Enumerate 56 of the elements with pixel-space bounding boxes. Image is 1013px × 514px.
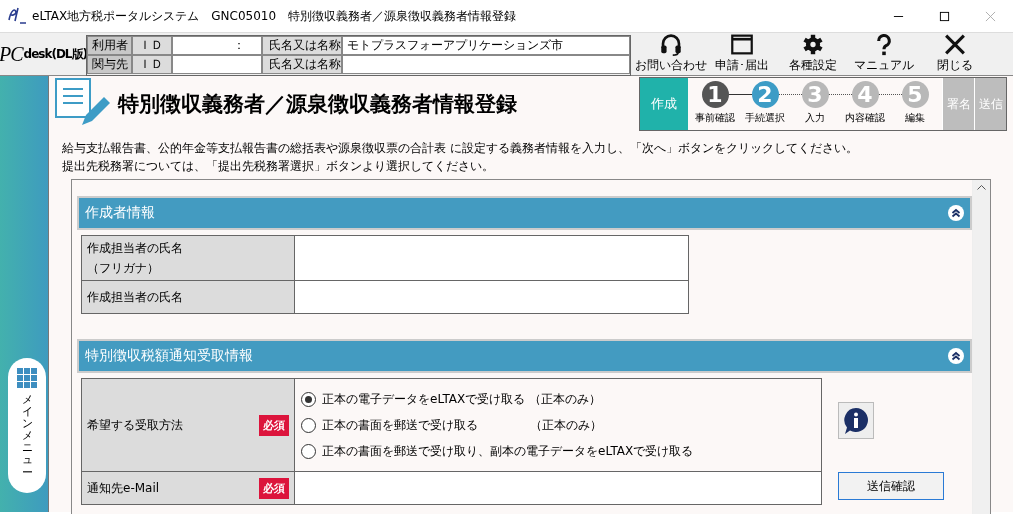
name-label: 氏名又は名称: [262, 55, 342, 74]
step-number: 1: [701, 81, 729, 108]
step-label: 入力: [805, 111, 825, 125]
field-label: 作成担当者の氏名: [87, 289, 183, 306]
option-label: 正本の書面を郵送で受け取る （正本のみ）: [322, 416, 602, 434]
user-label: 関与先: [87, 55, 132, 74]
scrollbar[interactable]: [972, 180, 990, 514]
page-title: 特別徴収義務者／源泉徴収義務者情報登録: [118, 90, 518, 118]
field-label: （フリガナ）: [87, 260, 160, 277]
toolbar-button[interactable]: 各種設定: [777, 33, 848, 75]
step-label: 事前確認: [695, 111, 735, 125]
toolbar-button[interactable]: お問い合わせ: [635, 33, 706, 75]
step-number: 3: [801, 81, 829, 108]
send-confirm-button[interactable]: 送信確認: [838, 472, 944, 500]
step-label: 編集: [905, 111, 925, 125]
field-label: 希望する受取方法: [87, 417, 183, 434]
section-title: 特別徴収税額通知受取情報: [85, 347, 253, 365]
id-label: ＩＤ: [132, 55, 172, 74]
step-badge: 送信: [974, 78, 1006, 130]
scroll-up-icon[interactable]: [977, 184, 986, 190]
radio-button[interactable]: [301, 417, 316, 433]
id-label: ＩＤ: [132, 36, 172, 55]
instruction-text: 提出先税務署については、「提出先税務署選択」ボタンより選択してください。: [62, 158, 495, 175]
window-title: eLTAX地方税ポータルシステム GNC05010 特別徴収義務者／源泉徴収義務者情報登録: [32, 7, 518, 25]
option-label: 正本の書面を郵送で受け取り、副本の電子データをeLTAXで受け取る: [322, 442, 694, 460]
step-label: 手続選択: [745, 111, 785, 125]
id-value: ：: [172, 36, 262, 55]
toolbar-button[interactable]: 閉じる: [919, 33, 990, 75]
name-value: モトプラスフォーアプリケーションズ市: [342, 36, 630, 55]
step-number: 2: [751, 81, 779, 108]
field-label: 作成担当者の氏名: [87, 240, 183, 257]
required-badge: 必須: [259, 477, 289, 499]
section-title: 作成者情報: [85, 204, 155, 222]
maximize-icon[interactable]: [938, 10, 950, 22]
collapse-icon[interactable]: [948, 205, 964, 221]
toolbar-button[interactable]: マニュアル: [848, 33, 919, 75]
toolbar-button[interactable]: 申請･届出: [706, 33, 777, 75]
required-badge: 必須: [259, 414, 289, 436]
radio-button[interactable]: [301, 443, 316, 459]
step-number: 4: [851, 81, 879, 108]
info-icon: [841, 405, 871, 436]
app-icon: [6, 6, 28, 26]
name-label: 氏名又は名称: [262, 36, 342, 55]
option-label: 正本の電子データをeLTAXで受け取る （正本のみ）: [322, 390, 602, 408]
collapse-icon[interactable]: [948, 348, 964, 364]
main-menu-button[interactable]: メインメニュー: [8, 358, 46, 493]
instruction-text: 給与支払報告書、公的年金等支払報告書の総括表や源泉徴収票の合計表 に設定する義務者情報を入力し、「次へ」ボタンをクリックしてください。: [62, 140, 859, 157]
step-label: 内容確認: [845, 111, 885, 125]
info-button[interactable]: [838, 402, 874, 439]
field-label: 通知先e-Mail: [87, 480, 160, 497]
radio-button[interactable]: [301, 391, 316, 407]
step-badge: 署名: [942, 78, 974, 130]
step-number: 5: [901, 81, 929, 108]
grid-icon: [17, 368, 37, 388]
step-badge: 作成: [640, 78, 688, 130]
user-label: 利用者: [87, 36, 132, 55]
